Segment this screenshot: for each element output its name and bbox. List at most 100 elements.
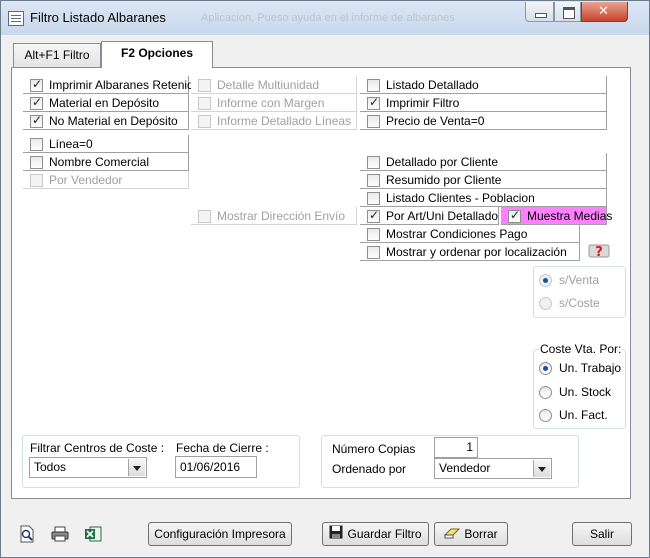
checkbox-box[interactable] — [367, 246, 380, 259]
checkbox-box[interactable] — [367, 156, 380, 169]
checkbox-resumido-cliente[interactable]: Resumido por Cliente — [360, 171, 607, 189]
group-title: Coste Vta. Por: — [539, 342, 623, 356]
checkbox-box[interactable] — [367, 208, 380, 223]
checkbox-label: Por Art/Uni Detallado — [386, 209, 499, 223]
radio-s-coste — [539, 297, 552, 310]
checkbox-box[interactable] — [367, 192, 380, 205]
configuracion-impresora-button[interactable]: Configuración Impresora — [148, 522, 292, 546]
filtrar-centros-label: Filtrar Centros de Coste : — [30, 441, 165, 455]
checkbox-material-deposito[interactable]: Material en Depósito — [23, 94, 189, 112]
checkbox-label: Imprimir Albaranes Retenidos — [49, 78, 207, 92]
radio-label: Un. Fact. — [559, 408, 608, 422]
tab-opciones[interactable]: F2 Opciones — [101, 41, 213, 68]
printer-icon[interactable] — [51, 525, 69, 543]
chevron-down-icon[interactable] — [533, 460, 550, 477]
checkbox-box[interactable] — [367, 79, 380, 92]
checkbox-informe-detallado-lineas: Informe Detallado Líneas — [191, 112, 357, 130]
radio-un-stock[interactable] — [539, 386, 552, 399]
checkbox-box — [198, 115, 211, 128]
checkbox-informe-margen: Informe con Margen — [191, 94, 357, 112]
fecha-cierre-label: Fecha de Cierre : — [176, 441, 269, 455]
checkbox-label: Detalle Multiunidad — [217, 78, 320, 92]
background-window-title: Aplicacion, Pueso ayuda en el informe de… — [201, 12, 455, 24]
tab-filtro[interactable]: Alt+F1 Filtro — [13, 43, 101, 67]
checkbox-art-uni-detallado[interactable]: Por Art/Uni Detallado — [360, 207, 499, 225]
checkbox-label: Informe Detallado Líneas — [217, 114, 352, 128]
checkbox-box — [198, 210, 211, 223]
checkbox-label: Nombre Comercial — [49, 155, 150, 169]
minimize-button[interactable] — [525, 2, 554, 22]
save-icon — [329, 524, 343, 546]
checkbox-box — [198, 97, 211, 110]
maximize-button[interactable] — [554, 2, 581, 22]
filtro-window: Filtro Listado Albaranes Aplicacion, Pue… — [0, 0, 650, 558]
checkbox-precio-venta-cero[interactable]: Precio de Venta=0 — [360, 112, 607, 130]
checkbox-box[interactable] — [367, 115, 380, 128]
checkbox-mostrar-direccion-envio: Mostrar Dirección Envío — [191, 207, 357, 225]
checkbox-muestra-medias[interactable]: Muestra Medias — [501, 207, 612, 225]
eraser-icon — [444, 524, 461, 546]
checkbox-box[interactable] — [30, 77, 43, 92]
checkbox-label: Material en Depósito — [49, 96, 160, 110]
help-icon[interactable]: ? — [588, 242, 610, 260]
checkbox-detalle-multiunidad: Detalle Multiunidad — [191, 76, 357, 94]
checkbox-box[interactable] — [30, 156, 43, 169]
radio-label: s/Coste — [559, 296, 600, 310]
ordenado-por-select[interactable]: Vendedor — [434, 458, 552, 479]
checkbox-detallado-cliente[interactable]: Detallado por Cliente — [360, 153, 607, 171]
checkbox-label: Mostrar Condiciones Pago — [386, 227, 528, 241]
guardar-filtro-button[interactable]: Guardar Filtro — [322, 522, 429, 546]
checkbox-linea-cero[interactable]: Línea=0 — [23, 135, 189, 153]
checkbox-label: Detallado por Cliente — [386, 155, 499, 169]
checkbox-listado-clientes-poblacion[interactable]: Listado Clientes - Poblacion — [360, 189, 607, 207]
checkbox-label: Listado Clientes - Poblacion — [386, 191, 535, 205]
app-icon — [8, 11, 24, 26]
salir-button[interactable]: Salir — [572, 522, 632, 546]
chevron-down-icon[interactable] — [128, 459, 145, 476]
checkbox-label: Mostrar Dirección Envío — [217, 209, 346, 223]
borrar-button[interactable]: Borrar — [434, 522, 508, 546]
checkbox-label: Muestra Medias — [527, 209, 613, 223]
checkbox-listado-detallado[interactable]: Listado Detallado — [360, 76, 607, 94]
checkbox-box[interactable] — [367, 174, 380, 187]
checkbox-box — [198, 79, 211, 92]
checkbox-box[interactable] — [30, 138, 43, 151]
checkbox-label: Mostrar y ordenar por localización — [386, 245, 567, 259]
checkbox-label: Listado Detallado — [386, 78, 479, 92]
checkbox-box[interactable] — [367, 95, 380, 110]
fecha-cierre-input[interactable]: 01/06/2016 — [175, 456, 257, 478]
excel-icon[interactable] — [84, 525, 102, 543]
ordenado-por-label: Ordenado por — [332, 462, 407, 476]
checkbox-label: Imprimir Filtro — [386, 96, 460, 110]
title-bar[interactable]: Filtro Listado Albaranes Aplicacion, Pue… — [1, 1, 649, 35]
radio-s-venta — [539, 274, 552, 287]
checkbox-label: No Material en Depósito — [49, 114, 178, 128]
centros-coste-value: Todos — [34, 460, 67, 474]
checkbox-no-material-deposito[interactable]: No Material en Depósito — [23, 112, 189, 130]
ordenado-por-value: Vendedor — [439, 461, 491, 475]
radio-label: Un. Trabajo — [559, 361, 622, 375]
centros-coste-select[interactable]: Todos — [29, 457, 147, 478]
checkbox-box[interactable] — [367, 228, 380, 241]
checkbox-box[interactable] — [508, 208, 521, 223]
checkbox-condiciones-pago[interactable]: Mostrar Condiciones Pago — [360, 225, 580, 243]
radio-un-trabajo[interactable] — [539, 362, 552, 375]
checkbox-label: Informe con Margen — [217, 96, 325, 110]
checkbox-nombre-comercial[interactable]: Nombre Comercial — [23, 153, 189, 171]
checkbox-box[interactable] — [30, 113, 43, 128]
radio-un-fact[interactable] — [539, 409, 552, 422]
checkbox-box[interactable] — [30, 95, 43, 110]
close-button[interactable] — [581, 2, 628, 22]
window-title: Filtro Listado Albaranes — [30, 10, 166, 25]
borrar-label: Borrar — [464, 527, 498, 541]
print-preview-icon[interactable] — [18, 525, 36, 543]
checkbox-label: Precio de Venta=0 — [386, 114, 485, 128]
checkbox-imprimir-retenidos[interactable]: Imprimir Albaranes Retenidos — [23, 76, 206, 94]
checkbox-ordenar-localizacion[interactable]: Mostrar y ordenar por localización — [360, 243, 580, 261]
checkbox-por-vendedor: Por Vendedor — [23, 171, 189, 189]
checkbox-imprimir-filtro[interactable]: Imprimir Filtro — [360, 94, 607, 112]
checkbox-label: Resumido por Cliente — [386, 173, 502, 187]
checkbox-label: Por Vendedor — [49, 173, 123, 187]
numero-copias-input[interactable]: 1 — [434, 437, 478, 458]
radio-label: Un. Stock — [559, 385, 612, 399]
